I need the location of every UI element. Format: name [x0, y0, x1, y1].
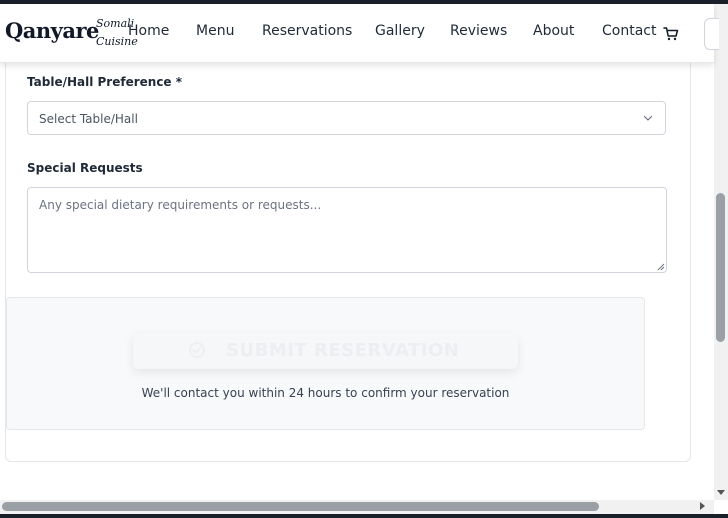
scroll-right-arrow-icon[interactable] [700, 502, 705, 510]
chevron-down-icon [643, 115, 653, 121]
table-hall-select-value: Select Table/Hall [39, 112, 138, 126]
nav-reservations[interactable]: Reservations [262, 23, 352, 39]
special-requests-textarea[interactable]: Any special dietary requirements or requ… [27, 187, 667, 273]
resize-grip-icon[interactable] [657, 263, 665, 271]
window-bottom-edge [0, 514, 728, 518]
submit-reservation-label: SUBMIT RESERVATION [226, 340, 460, 361]
vertical-scrollbar-thumb[interactable] [716, 193, 725, 342]
horizontal-scrollbar-thumb[interactable] [2, 502, 599, 511]
table-hall-select[interactable]: Select Table/Hall [27, 101, 666, 135]
table-preference-label: Table/Hall Preference * [27, 75, 183, 89]
brand-logo[interactable]: Qanyare [5, 18, 99, 43]
submit-reservation-button[interactable]: SUBMIT RESERVATION [133, 332, 518, 369]
nav-gallery[interactable]: Gallery [375, 23, 425, 39]
cart-icon[interactable] [663, 26, 679, 42]
header-action-button[interactable] [704, 18, 719, 50]
scroll-down-arrow-icon[interactable] [717, 490, 725, 495]
nav-contact[interactable]: Contact [602, 23, 656, 39]
check-circle-icon [189, 342, 205, 358]
special-requests-label: Special Requests [27, 161, 143, 175]
nav-about[interactable]: About [533, 23, 574, 39]
nav-home[interactable]: Home [128, 23, 169, 39]
confirmation-note: We'll contact you within 24 hours to con… [141, 386, 510, 400]
site-header: Qanyare Somali Cuisine Home Menu Reserva… [0, 4, 719, 63]
nav-menu[interactable]: Menu [196, 23, 234, 39]
nav-reviews[interactable]: Reviews [450, 23, 507, 39]
special-requests-placeholder: Any special dietary requirements or requ… [39, 198, 322, 212]
